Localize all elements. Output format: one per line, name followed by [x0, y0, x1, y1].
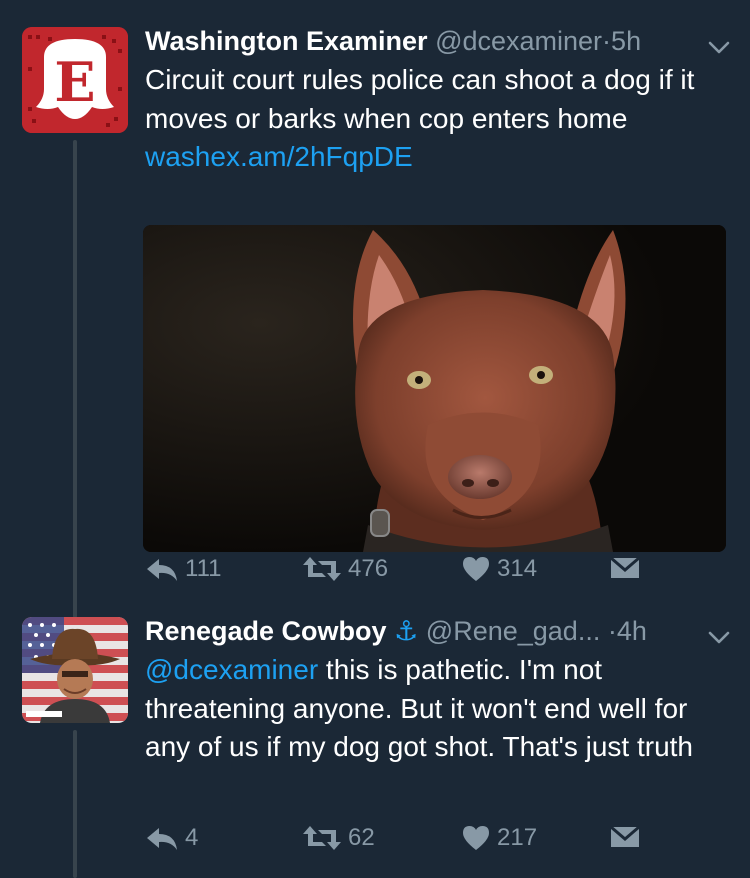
reply-icon: [147, 828, 177, 850]
dog-photo-icon: [143, 225, 726, 552]
like-count: 217: [497, 824, 538, 851]
washington-examiner-logo-icon: E: [22, 27, 128, 133]
chevron-down-icon[interactable]: [705, 623, 733, 651]
envelope-icon: [610, 825, 640, 847]
retweet-count: 62: [348, 824, 375, 851]
direct-message-button[interactable]: [610, 824, 640, 850]
handle[interactable]: @dcexaminer: [435, 26, 602, 56]
retweet-count: 476: [348, 555, 389, 582]
retweet-button[interactable]: 476: [302, 555, 388, 583]
avatar[interactable]: [22, 617, 128, 723]
envelope-icon: [610, 556, 640, 578]
reply-count: 111: [185, 555, 222, 582]
direct-message-button[interactable]: [610, 555, 640, 581]
tweet-text-body: Circuit court rules police can shoot a d…: [145, 64, 695, 134]
retweet-icon: [303, 826, 341, 850]
reply-button[interactable]: 4: [145, 824, 198, 852]
tweet-media[interactable]: [143, 225, 726, 552]
reply-count: 4: [185, 824, 199, 851]
reply-icon: [147, 559, 177, 581]
tweet-text: Circuit court rules police can shoot a d…: [145, 61, 735, 177]
retweet-button[interactable]: 62: [302, 824, 375, 852]
avatar[interactable]: E: [22, 27, 128, 133]
tweet[interactable]: Renegade Cowboy ⚓ @Rene_gad... ·4h @dcex…: [0, 614, 750, 878]
reply-button[interactable]: 111: [145, 555, 221, 583]
tweet-link[interactable]: washex.am/2hFqpDE: [145, 141, 413, 172]
cowboy-avatar-icon: [22, 617, 128, 723]
heart-icon: [463, 826, 489, 850]
chevron-down-icon[interactable]: [705, 33, 733, 61]
anchor-icon: ⚓: [394, 616, 419, 646]
tweet-text: @dcexaminer this is pathetic. I'm not th…: [145, 651, 735, 767]
like-button[interactable]: 314: [461, 555, 537, 583]
tweet-actions: 111 476 314: [145, 555, 705, 595]
like-button[interactable]: 217: [461, 824, 537, 852]
timestamp[interactable]: 5h: [611, 26, 641, 56]
display-name[interactable]: Washington Examiner: [145, 26, 428, 56]
timestamp[interactable]: 4h: [617, 616, 647, 646]
separator: ·: [607, 616, 617, 646]
tweet[interactable]: E Washington Examiner @dcexaminer·5h Cir…: [0, 24, 750, 584]
separator: ·: [602, 26, 612, 56]
tweet-header: Renegade Cowboy ⚓ @Rene_gad... ·4h: [145, 614, 647, 648]
like-count: 314: [497, 555, 538, 582]
display-name[interactable]: Renegade Cowboy: [145, 616, 387, 646]
svg-text:E: E: [54, 50, 95, 114]
handle[interactable]: @Rene_gad...: [426, 616, 601, 646]
mention-link[interactable]: @dcexaminer: [145, 654, 318, 685]
tweet-actions: 4 62 217: [145, 824, 705, 864]
heart-icon: [463, 557, 489, 581]
retweet-icon: [303, 557, 341, 581]
tweet-header: Washington Examiner @dcexaminer·5h: [145, 24, 641, 58]
